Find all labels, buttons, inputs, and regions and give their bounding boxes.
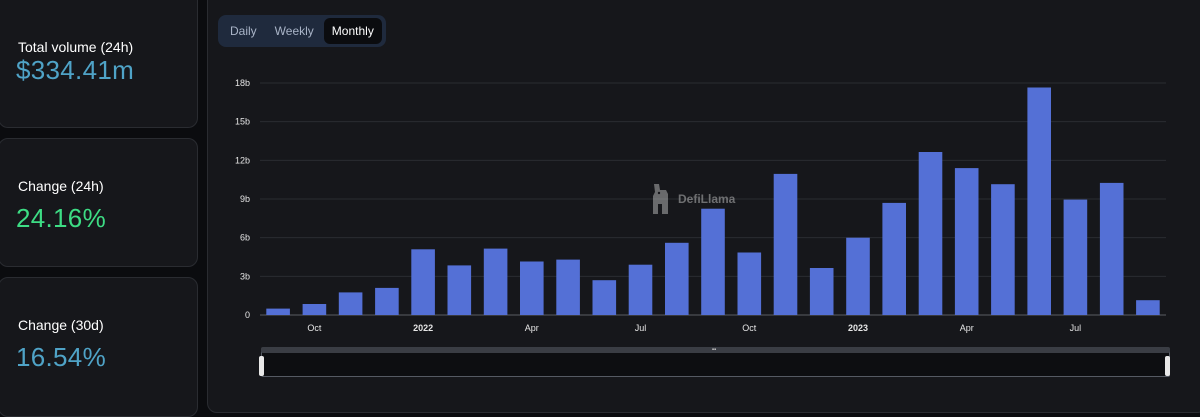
y-tick-label: 0 [245,310,250,320]
bar-2022-08[interactable] [665,242,689,315]
x-tick-label: 2022 [413,323,433,333]
zoom-handle-left[interactable] [259,356,264,376]
bar-2021-11[interactable] [338,292,363,315]
zoom-grip-icon[interactable]: ▪▪ [711,347,717,353]
bar-2021-12[interactable] [375,287,399,315]
x-tick-label: Oct [742,323,757,333]
x-tick-label: Jul [635,323,647,333]
bar-2022-06[interactable] [592,280,617,315]
bar-2023-08[interactable] [1099,182,1124,315]
bar-2022-02[interactable] [447,265,472,315]
bar-2022-04[interactable] [520,261,544,316]
x-tick-label: Apr [525,323,539,333]
bar-2022-09[interactable] [701,208,725,315]
y-tick-label: 9b [240,194,250,204]
x-tick-label: Oct [307,323,322,333]
bar-2021-09[interactable] [266,308,290,315]
bar-2023-05[interactable] [991,184,1015,315]
bar-2022-11[interactable] [773,173,798,315]
y-tick-label: 3b [240,271,250,281]
y-tick-label: 15b [235,117,250,127]
llama-logo-icon [653,184,668,214]
x-tick-label: Jul [1070,323,1082,333]
bar-2023-03[interactable] [918,152,943,315]
zoom-handle-right[interactable] [1165,356,1170,376]
y-tick-label: 18b [235,78,250,88]
bar-2022-07[interactable] [628,264,653,315]
bar-2021-10[interactable] [302,304,327,315]
y-tick-label: 12b [235,155,250,165]
bar-2022-05[interactable] [556,259,580,315]
bar-2022-03[interactable] [483,248,508,315]
bar-2023-01[interactable] [846,237,870,315]
bar-2022-12[interactable] [809,268,834,315]
bar-2022-10[interactable] [737,252,762,316]
x-tick-label: 2023 [848,323,868,333]
watermark-text: DefiLlama [678,192,736,206]
x-tick-label: Apr [960,323,974,333]
bar-2022-01[interactable] [411,249,435,315]
defillama-watermark: DefiLlama [650,182,735,216]
volume-bar-chart: 0 3b 6b 9b 12b 15b 18b Oct 2022 Apr Jul Oct 2023 Apr… [235,78,1166,333]
bar-2023-02[interactable] [882,202,906,315]
zoom-range-track[interactable] [261,350,1170,377]
y-tick-label: 6b [240,233,250,243]
bar-2023-07[interactable] [1063,199,1088,315]
bar-2023-06[interactable] [1027,87,1051,316]
bar-2023-09[interactable] [1136,300,1160,315]
bar-2023-04[interactable] [954,168,979,315]
